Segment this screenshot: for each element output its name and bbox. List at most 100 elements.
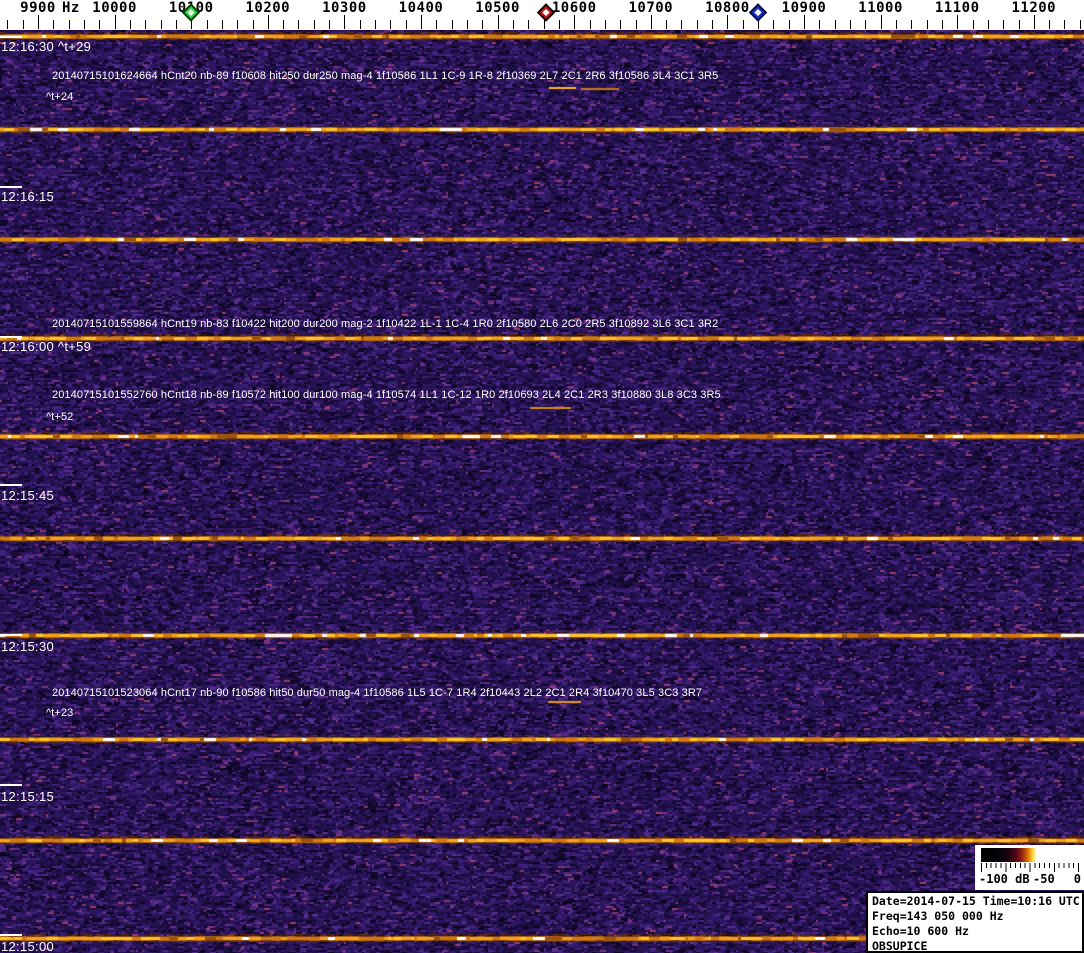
frequency-axis: 9900100001010010200103001040010500106001… (0, 0, 1084, 30)
freq-tick (329, 20, 331, 29)
freq-tick (252, 20, 254, 29)
freq-tick (543, 20, 545, 29)
freq-label-11200: 11200 (1011, 0, 1057, 16)
time-tick-mark (0, 634, 22, 636)
time-tick-mark (0, 934, 22, 936)
freq-label-10600: 10600 (551, 0, 597, 16)
freq-label-10000: 10000 (92, 0, 137, 16)
detection-annotation: 20140715101552760 hCnt18 nb-89 f10572 hi… (52, 389, 721, 401)
detection-annotation: 20140715101559864 hCnt19 nb-83 f10422 hi… (52, 318, 719, 330)
freq-tick (512, 20, 514, 29)
info-station-line: OBSUPICE (872, 939, 928, 953)
meteor-spectrogram-window: 9900100001010010200103001040010500106001… (0, 0, 1084, 953)
freq-tick (1079, 20, 1081, 29)
freq-tick (773, 20, 775, 29)
color-scale-legend: -100 dB -50 0 (975, 845, 1084, 890)
freq-tick (482, 20, 484, 29)
freq-label-9900: 9900 (20, 0, 56, 16)
color-scale-gradient (981, 848, 1079, 862)
freq-tick (589, 20, 591, 29)
green-marker-center (187, 8, 195, 17)
freq-label-10300: 10300 (322, 0, 367, 16)
freq-tick (819, 20, 821, 29)
freq-tick (895, 20, 897, 29)
blue-marker-diamond[interactable] (748, 3, 768, 22)
freq-tick (911, 20, 913, 29)
time-label: 12:15:00 (1, 939, 55, 953)
freq-tick (941, 20, 943, 29)
time-label: 12:15:15 (1, 789, 55, 804)
time-label: 12:15:45 (1, 488, 55, 503)
freq-tick (421, 15, 422, 29)
freq-tick (145, 20, 147, 29)
legend-max-label: 0 (1073, 872, 1081, 886)
detection-time-offset: ^t+24 (46, 91, 74, 103)
time-label: 12:16:00 ^t+59 (1, 339, 92, 354)
freq-tick (880, 15, 882, 29)
detection-annotation: 20140715101624664 hCnt20 nb-89 f10608 hi… (52, 70, 719, 82)
info-freq-line: Freq=143 050 000 Hz (872, 909, 1004, 923)
freq-label-10400: 10400 (398, 0, 444, 16)
color-scale-ticks (981, 863, 1079, 872)
freq-label-10200: 10200 (245, 0, 291, 16)
freq-tick (926, 20, 928, 29)
freq-tick (666, 20, 668, 29)
freq-tick (160, 20, 162, 29)
freq-tick (804, 15, 805, 29)
freq-tick (788, 20, 790, 29)
time-tick-mark (0, 784, 22, 786)
freq-tick (972, 20, 974, 29)
freq-tick (237, 20, 239, 29)
freq-tick (696, 20, 698, 29)
freq-tick (206, 20, 208, 29)
freq-tick (283, 20, 285, 29)
freq-tick (604, 20, 606, 29)
freq-tick (1049, 20, 1051, 29)
time-label: 12:16:30 ^t+29 (1, 39, 92, 54)
freq-tick (712, 20, 714, 29)
detection-time-offset: ^t+23 (46, 707, 74, 719)
freq-tick (681, 20, 683, 29)
time-label: 12:16:15 (1, 189, 55, 204)
freq-tick (99, 20, 101, 29)
freq-tick (175, 20, 177, 29)
freq-tick (1003, 20, 1005, 29)
freq-tick (850, 20, 851, 29)
freq-tick (221, 20, 223, 29)
legend-mid-label: -50 (1033, 872, 1055, 886)
freq-tick (865, 20, 867, 29)
freq-tick (313, 20, 315, 29)
freq-tick (574, 15, 576, 29)
freq-tick (497, 15, 499, 29)
freq-tick (451, 20, 453, 29)
info-echo-line: Echo=10 600 Hz (872, 924, 969, 938)
station-info-box: Date=2014-07-15 Time=10:16 UTC Freq=143 … (866, 891, 1084, 953)
time-label: 12:15:30 (1, 639, 55, 654)
blue-marker-center (754, 8, 762, 17)
freq-tick (727, 15, 729, 29)
freq-tick (467, 20, 468, 29)
freq-tick (1064, 20, 1066, 29)
time-tick-mark (0, 36, 22, 38)
freq-tick (53, 20, 55, 29)
freq-tick (436, 20, 438, 29)
info-date-line: Date=2014-07-15 Time=10:16 UTC (872, 894, 1080, 908)
freq-tick (405, 20, 407, 29)
freq-tick (957, 15, 959, 29)
freq-tick (742, 20, 744, 29)
freq-tick (650, 15, 652, 29)
detection-time-offset: ^t+52 (46, 411, 74, 423)
legend-min-label: -100 dB (979, 872, 1030, 886)
freq-tick (129, 20, 131, 29)
freq-label-10500: 10500 (475, 0, 520, 16)
freq-tick (375, 20, 376, 29)
freq-label-10800: 10800 (705, 0, 750, 16)
freq-tick (558, 20, 560, 29)
time-tick-mark (0, 186, 22, 188)
freq-label-10700: 10700 (628, 0, 674, 16)
freq-tick (390, 20, 392, 29)
freq-tick (22, 20, 24, 29)
freq-label-11000: 11000 (858, 0, 903, 16)
freq-tick (359, 20, 361, 29)
detection-annotation: 20140715101523064 hCnt17 nb-90 f10586 hi… (52, 687, 703, 699)
